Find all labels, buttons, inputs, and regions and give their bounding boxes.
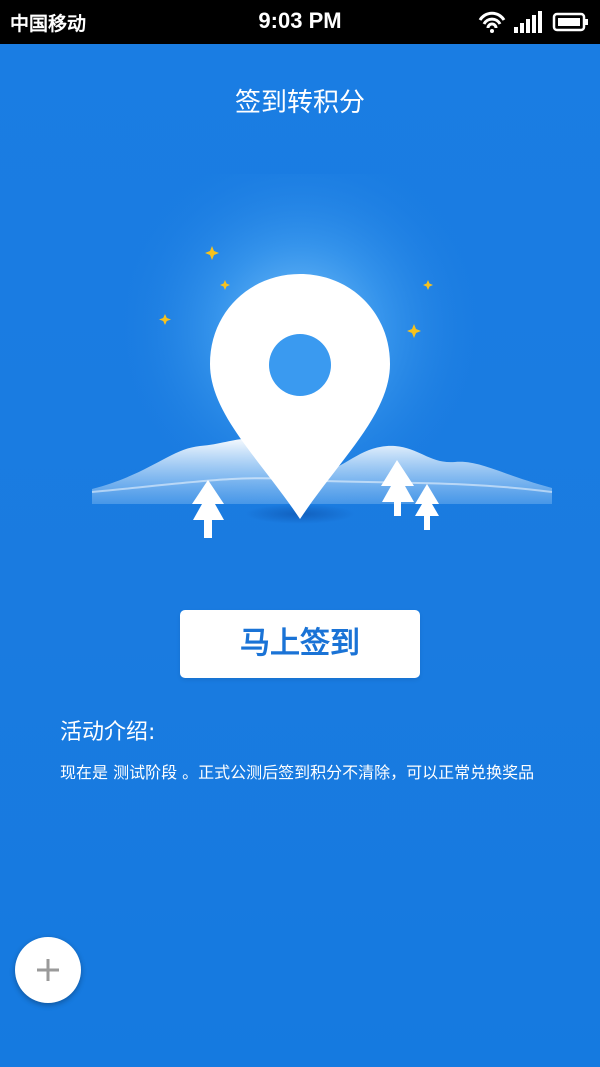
intro-text: 现在是 测试阶段 。正式公测后签到积分不清除，可以正常兑换奖品	[60, 763, 535, 782]
status-bar: 中国移动 9:03 PM	[0, 0, 600, 44]
intro-title: 活动介绍:	[60, 720, 156, 745]
checkin-page: 签到转积分 马上签到 活动介绍: 现在是 测试阶段 。正式公测后签到积分不清除，…	[0, 44, 600, 1067]
hero-illustration	[91, 174, 553, 538]
battery-icon	[552, 12, 588, 32]
status-icons	[478, 11, 588, 33]
signal-icon	[514, 11, 542, 33]
wifi-icon	[478, 11, 506, 33]
plus-icon	[37, 959, 59, 981]
checkin-button[interactable]: 马上签到	[180, 610, 420, 678]
add-button[interactable]	[15, 937, 81, 1003]
page-title: 签到转积分	[234, 88, 365, 118]
